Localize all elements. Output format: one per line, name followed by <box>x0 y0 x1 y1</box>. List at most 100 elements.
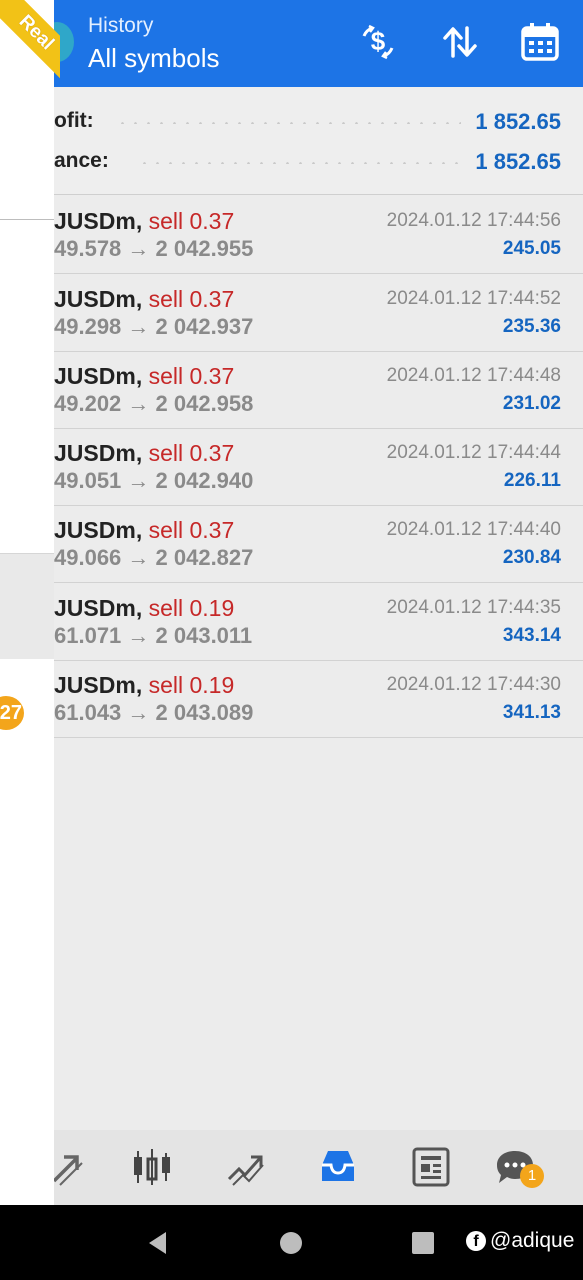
deal-separator: , <box>135 363 149 389</box>
deal-row[interactable]: JUSDm, sell 0.37 49.202 → 2 042.958 2024… <box>0 351 583 429</box>
deal-separator: , <box>135 286 149 312</box>
trade-icon <box>227 1155 264 1186</box>
summary-profit-row: ofit: 1 852.65 <box>0 109 583 139</box>
side-drawer[interactable]: 27 <box>0 0 54 1205</box>
deal-prices: 49.051 → 2 042.940 <box>54 468 254 493</box>
deal-row[interactable]: JUSDm, sell 0.37 49.578 → 2 042.955 2024… <box>0 196 583 274</box>
deal-symbol-line: JUSDm, sell 0.37 <box>54 440 234 467</box>
deal-time: 2024.01.12 17:44:40 <box>386 519 561 540</box>
deal-side: sell 0.37 <box>148 363 235 389</box>
summary-value: 1 852.65 <box>475 149 561 174</box>
deal-side: sell 0.37 <box>148 286 235 312</box>
deal-time: 2024.01.12 17:44:30 <box>386 674 561 695</box>
deal-symbol-line: JUSDm, sell 0.19 <box>54 595 234 622</box>
watermark-text: @adique <box>490 1229 575 1252</box>
deal-time: 2024.01.12 17:44:56 <box>386 210 561 231</box>
system-recents-button[interactable] <box>407 1227 439 1259</box>
deal-profit: 235.36 <box>502 316 561 337</box>
calendar-button[interactable] <box>520 22 560 62</box>
deal-separator: , <box>135 440 149 466</box>
deal-symbol-line: JUSDm, sell 0.37 <box>54 363 234 390</box>
history-summary: ofit: 1 852.65 ance: 1 852.65 <box>0 87 583 195</box>
nav-news-button[interactable] <box>406 1142 456 1192</box>
deal-symbol: JUSDm <box>54 672 136 698</box>
deal-row[interactable]: JUSDm, sell 0.19 61.071 → 2 043.011 2024… <box>0 583 583 661</box>
deal-separator: , <box>135 672 149 698</box>
deal-symbol: JUSDm <box>54 208 136 234</box>
facebook-icon: f <box>466 1231 486 1251</box>
deal-separator: , <box>135 208 149 234</box>
deal-symbol-line: JUSDm, sell 0.37 <box>54 517 234 544</box>
system-home-button[interactable] <box>275 1227 307 1259</box>
deal-time: 2024.01.12 17:44:35 <box>386 597 561 618</box>
deal-prices: 61.071 → 2 043.011 <box>54 623 253 648</box>
deal-prices: 49.298 → 2 042.937 <box>54 314 254 339</box>
deal-symbol-line: JUSDm, sell 0.37 <box>54 286 234 313</box>
deal-time: 2024.01.12 17:44:52 <box>386 288 561 309</box>
deal-symbol: JUSDm <box>54 517 136 543</box>
leader-dots <box>138 162 461 164</box>
deal-symbol: JUSDm <box>54 440 136 466</box>
deal-row[interactable]: JUSDm, sell 0.19 61.043 → 2 043.089 2024… <box>0 660 583 738</box>
deposit-withdraw-button[interactable]: $ <box>358 22 398 62</box>
deal-row[interactable]: JUSDm, sell 0.37 49.298 → 2 042.937 2024… <box>0 274 583 352</box>
deal-profit: 230.84 <box>502 547 561 568</box>
nav-history-button[interactable] <box>313 1142 363 1192</box>
deal-symbol-line: JUSDm, sell 0.37 <box>54 208 234 235</box>
deal-symbol-line: JUSDm, sell 0.19 <box>54 672 234 699</box>
account-ribbon: Real <box>0 0 60 90</box>
deal-prices: 61.043 → 2 043.089 <box>54 700 254 725</box>
deal-prices: 49.578 → 2 042.955 <box>54 236 254 261</box>
deal-side: sell 0.37 <box>148 517 235 543</box>
news-icon <box>412 1147 450 1187</box>
sort-button[interactable] <box>440 22 480 62</box>
dollar-exchange-icon: $ <box>362 24 394 60</box>
summary-label: ance: <box>54 149 109 172</box>
real-account-label: Real <box>0 0 60 87</box>
deal-prices: 49.066 → 2 042.827 <box>54 545 254 570</box>
deal-separator: , <box>135 517 149 543</box>
history-icon <box>322 1151 354 1181</box>
drawer-selected-item[interactable] <box>0 553 54 659</box>
summary-balance-row: ance: 1 852.65 <box>0 149 583 179</box>
svg-text:$: $ <box>371 26 386 56</box>
deal-row[interactable]: JUSDm, sell 0.37 49.051 → 2 042.940 2024… <box>0 428 583 506</box>
candlestick-chart-icon <box>134 1149 170 1185</box>
home-circle-icon <box>280 1232 302 1254</box>
deal-side: sell 0.37 <box>148 440 235 466</box>
leader-dots <box>116 122 461 124</box>
deal-symbol: JUSDm <box>54 595 136 621</box>
system-back-button[interactable] <box>142 1227 174 1259</box>
deal-profit: 231.02 <box>502 393 561 414</box>
deal-separator: , <box>135 595 149 621</box>
deal-row[interactable]: JUSDm, sell 0.37 49.066 → 2 042.827 2024… <box>0 505 583 583</box>
page-title: History <box>88 14 154 37</box>
deal-profit: 343.14 <box>502 625 561 646</box>
deal-profit: 245.05 <box>502 238 561 259</box>
deal-side: sell 0.19 <box>148 672 235 698</box>
drawer-count-badge: 27 <box>0 696 24 730</box>
sort-arrows-icon <box>443 26 477 58</box>
deal-side: sell 0.19 <box>148 595 235 621</box>
deal-profit: 341.13 <box>502 702 561 723</box>
deal-profit: 226.11 <box>503 470 561 491</box>
nav-chart-button[interactable] <box>127 1142 177 1192</box>
nav-trade-button[interactable] <box>220 1142 270 1192</box>
summary-value: 1 852.65 <box>475 109 561 134</box>
deal-time: 2024.01.12 17:44:48 <box>386 365 561 386</box>
recents-square-icon <box>412 1232 434 1254</box>
drawer-divider <box>0 219 54 220</box>
deal-prices: 49.202 → 2 042.958 <box>54 391 254 416</box>
bottom-navigation <box>0 1130 583 1205</box>
app-header: History All symbols $ <box>0 0 583 87</box>
calendar-icon <box>521 23 559 61</box>
deal-time: 2024.01.12 17:44:44 <box>386 442 561 463</box>
summary-label: ofit: <box>54 109 94 132</box>
back-triangle-icon <box>149 1232 166 1254</box>
symbol-filter[interactable]: All symbols <box>88 43 219 74</box>
watermark: f @adique <box>466 1229 574 1253</box>
deal-symbol: JUSDm <box>54 363 136 389</box>
deal-symbol: JUSDm <box>54 286 136 312</box>
chat-unread-badge: 1 <box>520 1164 544 1188</box>
deal-side: sell 0.37 <box>148 208 235 234</box>
